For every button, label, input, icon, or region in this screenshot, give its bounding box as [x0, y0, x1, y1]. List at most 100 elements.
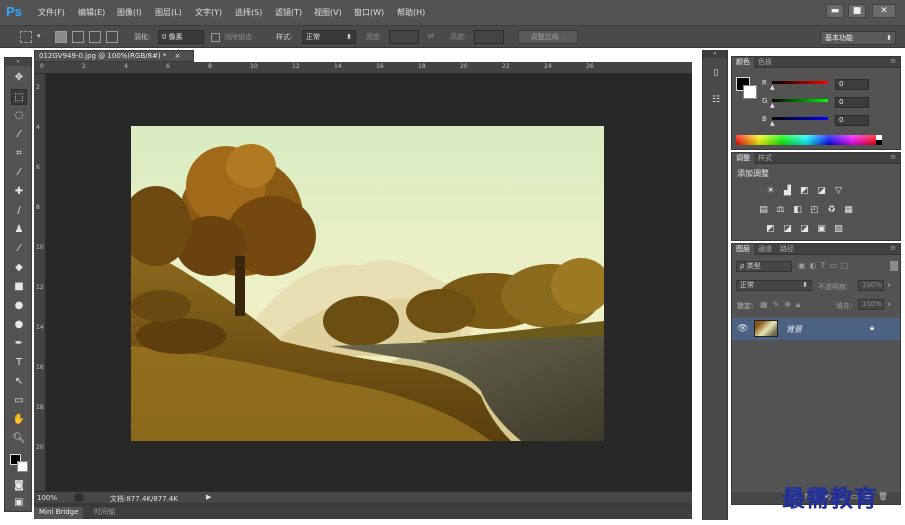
gradient-tool-icon[interactable]: ■: [11, 279, 27, 295]
layer-filter-icons[interactable]: ▣◐T▭▢: [798, 261, 853, 270]
slider-thumb-icon[interactable]: ▲: [770, 120, 775, 127]
visibility-eye-icon[interactable]: 👁︎: [737, 324, 748, 334]
lock-icons[interactable]: ▦✎✥🔒︎: [760, 300, 805, 310]
exposure-icon[interactable]: ◪: [816, 186, 827, 196]
tab-channels[interactable]: 通道: [754, 244, 776, 255]
tab-timeline[interactable]: 时间轴: [89, 507, 120, 519]
maximize-button[interactable]: ■: [848, 4, 866, 18]
close-button[interactable]: ✕: [872, 4, 896, 18]
layer-name[interactable]: 背景: [786, 324, 802, 335]
tab-color[interactable]: 颜色: [732, 57, 754, 68]
tab-layers[interactable]: 图层: [732, 244, 754, 255]
pen-tool-icon[interactable]: ✒: [11, 336, 27, 352]
channel-b-slider[interactable]: [772, 117, 828, 120]
photo-filter-icon[interactable]: ◰: [809, 205, 820, 215]
opacity-input[interactable]: 100%: [858, 280, 884, 291]
tab-swatches[interactable]: 色板: [754, 57, 776, 68]
subtract-selection-icon[interactable]: [89, 31, 101, 43]
background-color-swatch[interactable]: [17, 461, 28, 472]
quick-mask-icon[interactable]: ◙: [11, 478, 27, 494]
clone-stamp-tool-icon[interactable]: ♟: [11, 222, 27, 238]
crop-tool-icon[interactable]: ⌗: [11, 146, 27, 162]
channel-g-slider[interactable]: [772, 99, 828, 102]
feather-input[interactable]: 0 像素: [158, 30, 204, 44]
slider-thumb-icon[interactable]: ▲: [770, 102, 775, 109]
history-panel-icon[interactable]: ▯: [708, 65, 724, 81]
selective-color-icon[interactable]: ▣: [816, 224, 827, 234]
document-tab[interactable]: 012GV949-0.jpg @ 100%(RGB/8#) * ×: [34, 50, 194, 62]
screen-mode-icon[interactable]: ▣: [11, 495, 27, 511]
menu-type[interactable]: 文字(Y): [195, 7, 222, 18]
black-swatch[interactable]: [876, 140, 882, 145]
zoom-tool-icon[interactable]: 🔍︎: [11, 431, 27, 447]
tab-styles[interactable]: 样式: [754, 153, 776, 164]
hand-tool-icon[interactable]: ✋: [11, 412, 27, 428]
dodge-tool-icon[interactable]: ●: [11, 317, 27, 333]
menu-layer[interactable]: 图层(L): [155, 7, 182, 18]
fill-arrow-icon[interactable]: ▸: [888, 300, 892, 308]
marquee-preset-icon[interactable]: [20, 31, 32, 43]
levels-icon[interactable]: ▟: [782, 186, 793, 196]
slider-thumb-icon[interactable]: ▲: [770, 84, 775, 91]
menu-window[interactable]: 窗口(W): [354, 7, 384, 18]
height-input[interactable]: [474, 30, 504, 44]
menu-help[interactable]: 帮助(H): [397, 7, 425, 18]
invert-icon[interactable]: ◩: [765, 224, 776, 234]
filter-toggle[interactable]: [890, 261, 898, 271]
history-brush-tool-icon[interactable]: ⁄: [11, 241, 27, 257]
menu-image[interactable]: 图像(I): [117, 7, 142, 18]
style-select[interactable]: 正常 ⬍: [302, 30, 356, 44]
background-color-swatch[interactable]: [743, 85, 757, 99]
tab-adjustments[interactable]: 调整: [732, 153, 754, 164]
menu-edit[interactable]: 编辑(E): [78, 7, 105, 18]
preset-dropdown-icon[interactable]: ▾: [37, 32, 41, 40]
swap-icon[interactable]: ⇄: [428, 32, 434, 40]
minimize-button[interactable]: ▬: [826, 4, 844, 18]
zoom-level[interactable]: 100%: [37, 494, 57, 502]
new-selection-icon[interactable]: [55, 31, 67, 43]
collapse-icon[interactable]: »: [5, 58, 31, 66]
brightness-contrast-icon[interactable]: ☀: [765, 186, 776, 196]
marquee-tool-icon[interactable]: ⬚: [11, 89, 27, 105]
tab-paths[interactable]: 路径: [776, 244, 798, 255]
eyedropper-tool-icon[interactable]: ⁄: [11, 165, 27, 181]
color-balance-icon[interactable]: ⚖: [775, 205, 786, 215]
lasso-tool-icon[interactable]: ◌: [11, 108, 27, 124]
panel-menu-icon[interactable]: ≡: [890, 57, 896, 65]
document-image[interactable]: [131, 126, 604, 441]
status-menu-arrow-icon[interactable]: ▶: [206, 493, 211, 501]
channel-r-slider[interactable]: [772, 81, 828, 84]
hue-saturation-icon[interactable]: ▤: [758, 205, 769, 215]
tab-mini-bridge[interactable]: Mini Bridge: [34, 507, 84, 519]
add-selection-icon[interactable]: [72, 31, 84, 43]
gradient-map-icon[interactable]: ▨: [833, 224, 844, 234]
blend-mode-select[interactable]: 正常 ⬍: [736, 280, 812, 291]
panel-menu-icon[interactable]: ≡: [890, 153, 896, 161]
posterize-icon[interactable]: ◪: [782, 224, 793, 234]
black-white-icon[interactable]: ◧: [792, 205, 803, 215]
channel-b-input[interactable]: 0: [835, 115, 869, 126]
properties-panel-icon[interactable]: ☷: [708, 92, 724, 108]
blur-tool-icon[interactable]: ●: [11, 298, 27, 314]
healing-brush-tool-icon[interactable]: ✚: [11, 184, 27, 200]
panel-menu-icon[interactable]: ≡: [890, 244, 896, 252]
channel-g-input[interactable]: 0: [835, 97, 869, 108]
refine-edge-button[interactable]: 调整边缘...: [518, 30, 578, 44]
quick-select-tool-icon[interactable]: ⁄: [11, 127, 27, 143]
menu-file[interactable]: 文件(F): [38, 7, 65, 18]
width-input[interactable]: [389, 30, 419, 44]
close-tab-icon[interactable]: ×: [175, 52, 181, 60]
intersect-selection-icon[interactable]: [106, 31, 118, 43]
brush-tool-icon[interactable]: /: [11, 203, 27, 219]
move-tool-icon[interactable]: ✥: [11, 70, 27, 86]
channel-mixer-icon[interactable]: ♻: [826, 205, 837, 215]
fill-input[interactable]: 100%: [858, 299, 884, 310]
eraser-tool-icon[interactable]: ◆: [11, 260, 27, 276]
status-info-icon[interactable]: [74, 493, 84, 502]
channel-r-input[interactable]: 0: [835, 79, 869, 90]
antialias-checkbox[interactable]: [211, 33, 220, 42]
vibrance-icon[interactable]: ▽: [833, 186, 844, 196]
path-select-tool-icon[interactable]: ↖: [11, 374, 27, 390]
layer-filter-kind[interactable]: ρ 类型: [736, 261, 792, 272]
layer-row-background[interactable]: 👁︎ 背景 🔒︎: [732, 318, 900, 340]
